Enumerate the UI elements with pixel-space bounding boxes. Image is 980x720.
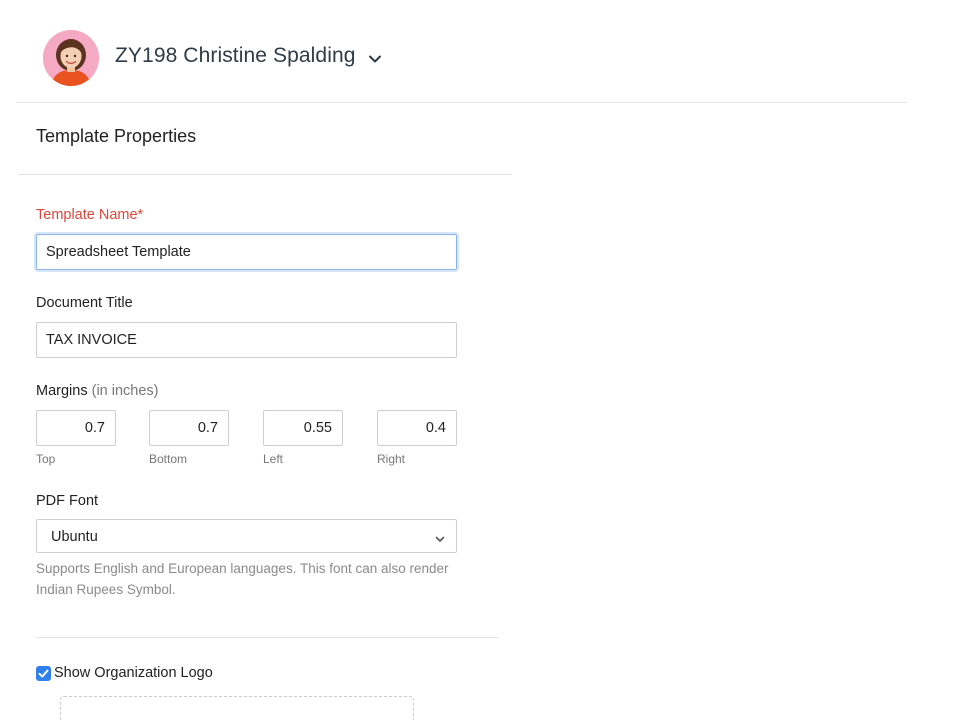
chevron-down-icon[interactable] — [367, 51, 383, 67]
user-avatar[interactable] — [43, 30, 99, 86]
margin-top-input[interactable] — [36, 410, 116, 446]
section-divider — [36, 637, 498, 638]
template-name-label: Template Name* — [36, 207, 144, 223]
avatar-portrait-icon — [43, 30, 99, 86]
panel-title: Template Properties — [36, 126, 197, 146]
chevron-down-icon — [434, 532, 446, 544]
margin-left-label: Left — [263, 452, 284, 466]
pdf-font-help-text: Supports English and European languages.… — [36, 561, 449, 597]
margins-label: Margins (in inches) — [36, 383, 159, 399]
pdf-font-select[interactable]: Ubuntu — [36, 519, 457, 553]
template-name-input[interactable] — [36, 234, 457, 270]
panel-divider — [18, 174, 512, 175]
margin-right-label: Right — [377, 452, 406, 466]
show-logo-label[interactable]: Show Organization Logo — [54, 665, 213, 681]
document-title-input[interactable] — [36, 322, 457, 358]
pdf-font-label: PDF Font — [36, 493, 99, 509]
margin-right-input[interactable] — [377, 410, 457, 446]
margins-unit-note: (in inches) — [91, 383, 159, 399]
margins-label-text: Margins — [36, 383, 88, 399]
margin-bottom-input[interactable] — [149, 410, 229, 446]
template-properties-page: ZY198 Christine Spalding Template Proper… — [0, 0, 980, 720]
margin-left-input[interactable] — [263, 410, 343, 446]
pdf-font-selected-value: Ubuntu — [51, 529, 98, 545]
document-title-label: Document Title — [36, 295, 133, 311]
show-logo-checkbox[interactable] — [36, 666, 51, 681]
checkmark-icon — [38, 669, 49, 678]
logo-upload-dropzone[interactable] — [60, 696, 414, 720]
margin-bottom-label: Bottom — [149, 452, 188, 466]
org-name[interactable]: ZY198 Christine Spalding — [115, 44, 356, 68]
org-header: ZY198 Christine Spalding — [17, 0, 907, 103]
margin-top-label: Top — [36, 452, 56, 466]
